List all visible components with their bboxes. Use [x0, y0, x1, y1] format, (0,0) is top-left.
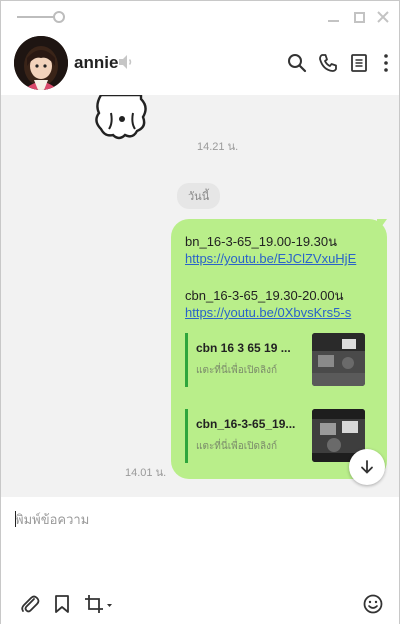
- chat-window: annie 14.21 น. วันนี้ 14.01 น. bn_16-3-6…: [0, 0, 400, 624]
- avatar-image: [14, 36, 68, 90]
- composer: [1, 497, 399, 624]
- paperclip-icon[interactable]: [19, 593, 41, 615]
- close-button[interactable]: [375, 9, 391, 25]
- link-preview-card[interactable]: cbn 16 3 65 19 ... แตะที่นี่เพื่อเปิดลิง…: [185, 333, 365, 387]
- crop-icon[interactable]: [83, 593, 113, 615]
- bubble-tail: [377, 219, 387, 233]
- message-link-2[interactable]: https://youtu.be/0XbvsKrs5-s: [185, 305, 375, 320]
- avatar[interactable]: [14, 36, 68, 90]
- message-text-line-1: bn_16-3-65_19.00-19.30น: [185, 234, 338, 249]
- more-icon[interactable]: [375, 52, 397, 74]
- maximize-icon: [353, 11, 365, 23]
- scroll-to-bottom-button[interactable]: [349, 449, 385, 485]
- mute-speaker-icon[interactable]: [117, 53, 135, 71]
- slider-track: [17, 16, 57, 18]
- emoji-icon[interactable]: [362, 593, 384, 615]
- message-text-line-2: cbn_16-3-65_19.30-20.00น: [185, 288, 344, 303]
- search-icon[interactable]: [286, 52, 308, 74]
- message-input[interactable]: [15, 509, 385, 579]
- message-link-1[interactable]: https://youtu.be/EJClZVxuHjE: [185, 251, 375, 266]
- sticker-image[interactable]: [91, 95, 153, 141]
- link-preview-subtitle: แตะที่นี่เพื่อเปิดลิงก์: [196, 365, 278, 376]
- message-timestamp: 14.01 น.: [125, 467, 167, 479]
- zoom-slider[interactable]: [17, 11, 65, 23]
- close-icon: [377, 11, 389, 23]
- link-preview-subtitle: แตะที่นี่เพื่อเปิดลิงก์: [196, 441, 278, 452]
- bookmark-icon[interactable]: [51, 593, 73, 615]
- date-divider: วันนี้: [177, 183, 221, 209]
- title-bar: [1, 1, 399, 33]
- sticker-timestamp: 14.21 น.: [197, 141, 239, 153]
- maximize-button[interactable]: [351, 9, 367, 25]
- minimize-icon: [327, 20, 339, 22]
- phone-icon[interactable]: [317, 52, 339, 74]
- link-preview-title: cbn 16 3 65 19 ...: [196, 341, 291, 355]
- slider-knob[interactable]: [53, 11, 65, 23]
- message-list[interactable]: 14.21 น. วันนี้ 14.01 น. bn_16-3-65_19.0…: [1, 95, 399, 497]
- notes-icon[interactable]: [348, 52, 370, 74]
- link-preview-thumbnail: [312, 333, 365, 386]
- text-caret: [15, 511, 16, 527]
- minimize-button[interactable]: [325, 9, 341, 25]
- link-preview-card[interactable]: cbn_16-3-65_19... แตะที่นี่เพื่อเปิดลิงก…: [185, 409, 365, 463]
- contact-name[interactable]: annie: [74, 53, 118, 73]
- message-bubble[interactable]: bn_16-3-65_19.00-19.30น https://youtu.be…: [171, 219, 387, 479]
- arrow-down-icon: [361, 460, 373, 474]
- chat-header: annie: [1, 33, 399, 95]
- link-preview-title: cbn_16-3-65_19...: [196, 417, 296, 431]
